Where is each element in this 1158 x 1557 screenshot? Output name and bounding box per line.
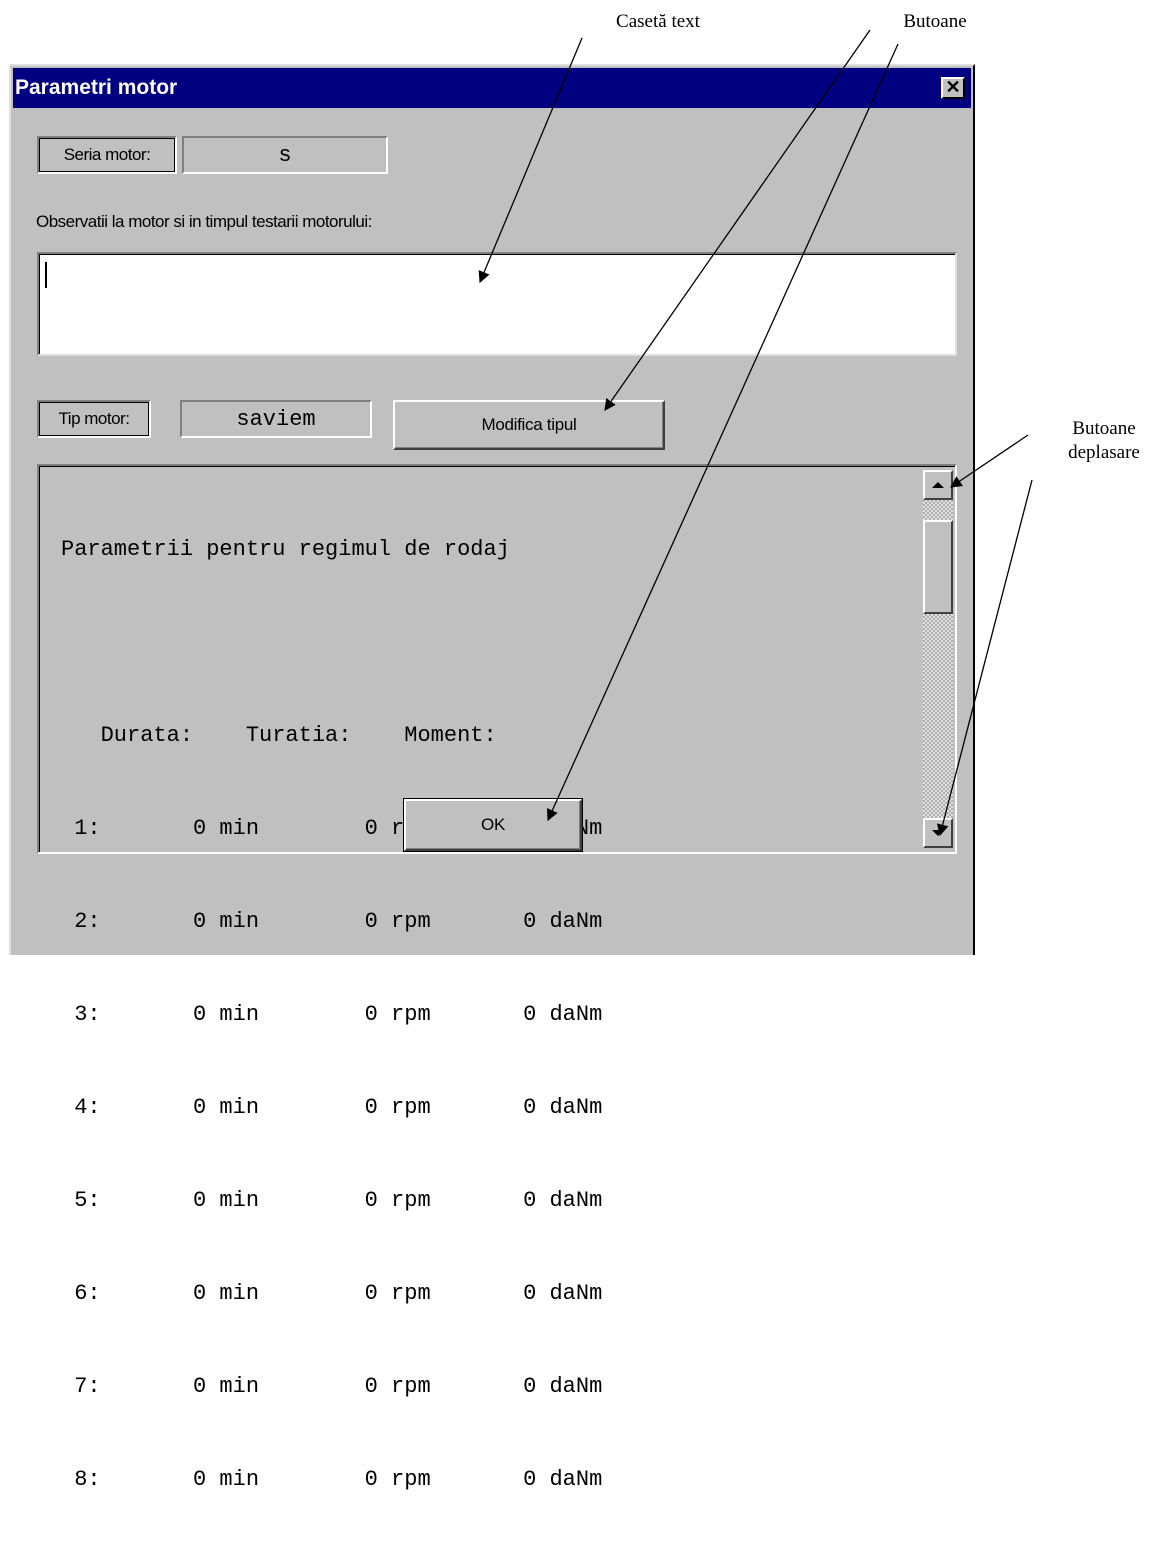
parameter-row: 8: 0 min 0 rpm 0 daNm (61, 1467, 603, 1492)
ok-button[interactable]: OK (403, 798, 583, 852)
vertical-scrollbar[interactable] (923, 470, 953, 848)
engine-type-label: Tip motor: (37, 400, 151, 438)
observations-label: Observatii la motor si in timpul testari… (36, 212, 372, 231)
close-icon: ✕ (945, 77, 961, 97)
observations-textbox[interactable] (37, 252, 957, 356)
annotation-text-box: Casetă text (616, 11, 700, 32)
parameter-row: 2: 0 min 0 rpm 0 daNm (61, 909, 603, 934)
title-bar[interactable]: Parametri motor ✕ (13, 68, 971, 108)
engine-series-label: Seria motor: (37, 136, 177, 174)
scroll-down-button[interactable] (923, 818, 953, 848)
engine-series-value: s (182, 136, 388, 174)
parameters-header: Durata: Turatia: Moment: (61, 723, 497, 748)
parameters-title: Parametrii pentru regimul de rodaj (61, 537, 510, 562)
window-title: Parametri motor (15, 76, 178, 99)
arrow-down-icon (932, 830, 944, 836)
parameter-row: 7: 0 min 0 rpm 0 daNm (61, 1374, 603, 1399)
parameters-content: Parametrii pentru regimul de rodaj Durat… (61, 472, 911, 1557)
close-button[interactable]: ✕ (941, 77, 965, 99)
parameters-listbox[interactable]: Parametrii pentru regimul de rodaj Durat… (37, 464, 957, 1492)
modify-type-button[interactable]: Modifica tipul (393, 400, 665, 450)
scroll-thumb[interactable] (923, 520, 953, 614)
parameter-row: 6: 0 min 0 rpm 0 daNm (61, 1281, 603, 1306)
parameter-row: 5: 0 min 0 rpm 0 daNm (61, 1188, 603, 1213)
parameter-row: 4: 0 min 0 rpm 0 daNm (61, 1095, 603, 1120)
engine-type-value: saviem (180, 400, 372, 438)
scroll-up-button[interactable] (923, 470, 953, 500)
annotation-scroll-buttons-line1: Butoane (1072, 418, 1136, 439)
annotation-buttons: Butoane (903, 11, 967, 32)
text-caret (45, 262, 47, 288)
annotation-scroll-buttons: Butoane deplasare (1050, 417, 1158, 465)
dialog-window: Parametri motor ✕ Seria motor: s Observa… (9, 64, 975, 1492)
parameter-row: 3: 0 min 0 rpm 0 daNm (61, 1002, 603, 1027)
annotation-scroll-buttons-line2: deplasare (1068, 442, 1140, 463)
arrow-up-icon (932, 482, 944, 488)
